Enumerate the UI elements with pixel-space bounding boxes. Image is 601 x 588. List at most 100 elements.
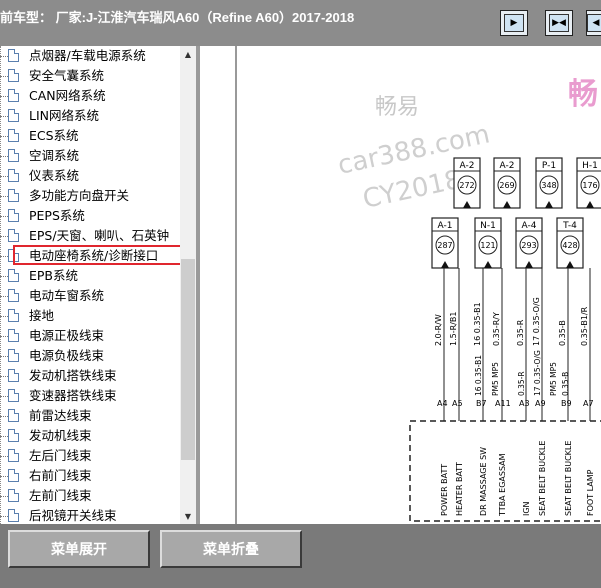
tree-item[interactable]: 空调系统 (0, 146, 180, 166)
document-icon (8, 109, 19, 122)
tree-item[interactable]: ECS系统 (0, 126, 180, 146)
document-icon (8, 429, 19, 442)
pin-label: A9 (535, 399, 546, 408)
document-icon (8, 89, 19, 102)
connector-id: A-4 (522, 221, 537, 231)
menu-expand-button[interactable]: 菜单展开 (8, 530, 150, 568)
tree-item[interactable]: 接地 (0, 306, 180, 326)
tree-item-label: 变速器搭铁线束 (29, 388, 117, 403)
tree-item-label: 电源负极线束 (29, 348, 105, 363)
tree-item[interactable]: 前雷达线束 (0, 406, 180, 426)
circuit-label: SEAT BELT BUCKLE (538, 441, 547, 516)
document-icon (8, 469, 19, 482)
footer-bar: 菜单展开 菜单折叠 (0, 524, 601, 588)
wire-label: 1.5-R/B1 (449, 312, 458, 346)
tree-scrollbar[interactable]: ▲ ▼ (180, 46, 196, 524)
tree-item[interactable]: 右前门线束 (0, 466, 180, 486)
tree-item[interactable]: 电源负极线束 (0, 346, 180, 366)
tree-item[interactable]: LIN网络系统 (0, 106, 180, 126)
wire-label: 16 0.35-B1 (473, 302, 482, 346)
tree-item[interactable]: 多功能方向盘开关 (0, 186, 180, 206)
tree-item[interactable]: 点烟器/车载电源系统 (0, 46, 180, 66)
tree-item[interactable]: 发动机线束 (0, 426, 180, 446)
document-icon (8, 489, 19, 502)
tree-item[interactable]: PEPS系统 (0, 206, 180, 226)
circuit-label: SEAT BELT BUCKLE (564, 441, 573, 516)
tree-item[interactable]: EPS/天窗、喇叭、石英钟 (0, 226, 180, 246)
tree-item[interactable]: 电源正极线束 (0, 326, 180, 346)
connector-number: 121 (480, 241, 495, 250)
tree-item[interactable]: 电动车窗系统 (0, 286, 180, 306)
document-icon (8, 149, 19, 162)
tree-item-label: 前雷达线束 (29, 408, 92, 423)
circuit-label: HEATER BATT (455, 462, 464, 516)
wire-label-lower: 17 0.35-O/G (533, 350, 542, 396)
connector-number: 269 (499, 181, 514, 190)
connector-id: P-1 (542, 161, 556, 171)
tree-item-label: CAN网络系统 (29, 88, 106, 103)
connector-id: A-1 (438, 221, 453, 231)
layout-left-button[interactable]: ◀ (586, 10, 601, 36)
tree-item[interactable]: 仪表系统 (0, 166, 180, 186)
connector-id: A-2 (460, 161, 475, 171)
connector-box: A-2 272 (453, 157, 481, 209)
document-icon (8, 289, 19, 302)
connector-number: 428 (562, 241, 577, 250)
tree-item-label: 点烟器/车载电源系统 (29, 48, 146, 63)
tree-item[interactable]: CAN网络系统 (0, 86, 180, 106)
scroll-up-arrow-icon[interactable]: ▲ (180, 46, 196, 62)
document-icon (8, 329, 19, 342)
wire-label: 2.0-R/W (434, 314, 443, 346)
watermark-brand: 畅 (568, 77, 598, 112)
tree-item-label: 后视镜开关线束 (29, 508, 117, 523)
title-bar: 前车型： 厂家:J-江淮汽车瑞风A60（Refine A60）2017-2018… (0, 0, 601, 46)
connector-number: 348 (541, 181, 556, 190)
tree-item[interactable]: 左后门线束 (0, 446, 180, 466)
wire-label: 0.35-R (516, 319, 525, 346)
scroll-down-arrow-icon[interactable]: ▼ (180, 508, 196, 524)
circuit-label: POWER BATT (440, 464, 449, 516)
wire-label: 0.35-R/Y (492, 312, 501, 346)
wiring-diagram: 畅易 car388.com CY2018 畅 A-2 272 A-2 269 P-1 34… (200, 46, 601, 524)
document-icon (8, 229, 19, 242)
pin-label: A7 (583, 399, 594, 408)
document-icon (8, 309, 19, 322)
tree-item[interactable]: 左前门线束 (0, 486, 180, 506)
layout-right-button[interactable]: ▶ (500, 10, 528, 36)
tree-item-label: ECS系统 (29, 128, 79, 143)
tree-item[interactable]: 后视镜开关线束 (0, 506, 180, 524)
tree-item-label: 左后门线束 (29, 448, 92, 463)
tree-item-label: 多功能方向盘开关 (29, 188, 130, 203)
tree-item-label: 发动机线束 (29, 428, 92, 443)
tree-item-label: LIN网络系统 (29, 108, 100, 123)
document-icon (8, 189, 19, 202)
document-icon (8, 269, 19, 282)
document-icon (8, 69, 19, 82)
tree-item-label: 安全气囊系统 (29, 68, 105, 83)
wire-label-lower: PM5 MP5 (549, 362, 558, 396)
wire-label: 0.35-B1/R (580, 306, 589, 346)
expand-both-icon: ▶◀ (549, 14, 569, 32)
layout-both-button[interactable]: ▶◀ (545, 10, 573, 36)
tree-item[interactable]: EPB系统 (0, 266, 180, 286)
connector-box: T-4 428 (556, 217, 584, 269)
tree-item[interactable]: 变速器搭铁线束 (0, 386, 180, 406)
scrollbar-thumb[interactable] (181, 259, 195, 460)
connector-id: T-4 (562, 221, 577, 231)
pin-label: A3 (519, 399, 530, 408)
pin-label: A4 (437, 399, 448, 408)
document-icon (8, 129, 19, 142)
document-icon (8, 209, 19, 222)
vehicle-title: 前车型： 厂家:J-江淮汽车瑞风A60（Refine A60）2017-2018 (0, 10, 355, 25)
connector-id: N-1 (480, 221, 496, 231)
connector-number: 176 (582, 181, 597, 190)
menu-collapse-button[interactable]: 菜单折叠 (160, 530, 302, 568)
tree-item[interactable]: 发动机搭铁线束 (0, 366, 180, 386)
tree-item-label: 空调系统 (29, 148, 80, 163)
pin-label: B7 (476, 399, 487, 408)
wire-label: 17 0.35-O/G (532, 297, 541, 346)
tree-item[interactable]: 安全气囊系统 (0, 66, 180, 86)
tree-item-label: 仪表系统 (29, 168, 80, 183)
circuit-label: IGN (522, 501, 531, 516)
system-tree: 点烟器/车载电源系统 安全气囊系统 CAN网络系统 LIN网络系统 ECS系统空调系统仪… (0, 46, 180, 524)
